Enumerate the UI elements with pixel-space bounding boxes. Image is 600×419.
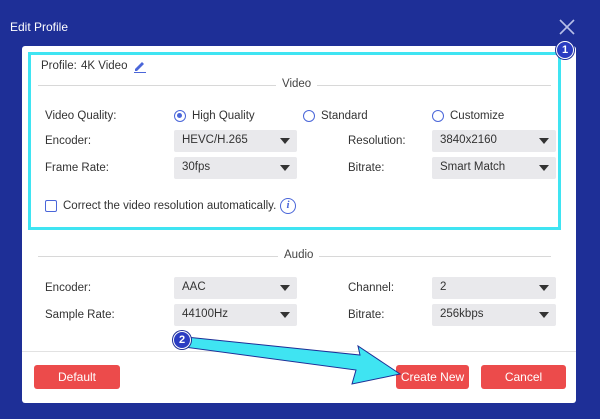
sample-rate-label: Sample Rate: (45, 309, 115, 321)
annotation-badge-1: 1 (556, 41, 574, 59)
sample-rate-select[interactable]: 44100Hz (174, 304, 297, 326)
frame-rate-select[interactable]: 30fps (174, 157, 297, 179)
default-button[interactable]: Default (34, 365, 120, 389)
dialog-panel: Profile: 4K Video Video Video Quality: H… (22, 46, 576, 403)
chevron-down-icon (280, 312, 290, 318)
radio-standard-label: Standard (321, 110, 368, 122)
info-icon[interactable]: i (280, 198, 296, 214)
close-icon[interactable] (557, 17, 577, 37)
radio-high-quality[interactable] (174, 110, 186, 122)
annotation-badge-2: 2 (173, 331, 191, 349)
frame-rate-value: 30fps (182, 161, 211, 173)
radio-high-quality-label: High Quality (192, 110, 255, 122)
channel-value: 2 (440, 281, 447, 293)
audio-encoder-select[interactable]: AAC (174, 277, 297, 299)
video-bitrate-label: Bitrate: (348, 162, 385, 174)
dialog-frame: Edit Profile Profile: 4K Video Video Vid… (0, 0, 600, 419)
audio-bitrate-value: 256kbps (440, 308, 484, 320)
resolution-label: Resolution: (348, 135, 406, 147)
chevron-down-icon (280, 138, 290, 144)
dialog-title: Edit Profile (10, 20, 69, 34)
resolution-select[interactable]: 3840x2160 (432, 130, 556, 152)
footer-divider (22, 351, 576, 352)
chevron-down-icon (539, 138, 549, 144)
audio-encoder-value: AAC (182, 281, 206, 293)
cancel-button[interactable]: Cancel (481, 365, 566, 389)
profile-label: Profile: (41, 60, 77, 72)
radio-customize[interactable] (432, 110, 444, 122)
pencil-icon[interactable] (133, 59, 147, 73)
audio-bitrate-select[interactable]: 256kbps (432, 304, 556, 326)
video-encoder-value: HEVC/H.265 (182, 134, 248, 146)
video-quality-label: Video Quality: (45, 110, 117, 122)
channel-select[interactable]: 2 (432, 277, 556, 299)
channel-label: Channel: (348, 282, 395, 294)
video-encoder-select[interactable]: HEVC/H.265 (174, 130, 297, 152)
sample-rate-value: 44100Hz (182, 308, 229, 320)
frame-rate-label: Frame Rate: (45, 162, 109, 174)
video-encoder-label: Encoder: (45, 135, 92, 147)
video-bitrate-select[interactable]: Smart Match (432, 157, 556, 179)
video-section-title: Video (276, 78, 318, 90)
chevron-down-icon (539, 312, 549, 318)
chevron-down-icon (539, 165, 549, 171)
create-new-button[interactable]: Create New (396, 365, 469, 389)
audio-encoder-label: Encoder: (45, 282, 92, 294)
title-bar: Edit Profile (0, 0, 600, 46)
radio-standard[interactable] (303, 110, 315, 122)
resolution-value: 3840x2160 (440, 134, 497, 146)
auto-correct-checkbox[interactable] (45, 200, 57, 212)
chevron-down-icon (539, 285, 549, 291)
chevron-down-icon (280, 285, 290, 291)
radio-customize-label: Customize (450, 110, 505, 122)
audio-bitrate-label: Bitrate: (348, 309, 385, 321)
chevron-down-icon (280, 165, 290, 171)
profile-value: 4K Video (81, 60, 128, 72)
audio-section-title: Audio (278, 249, 320, 261)
auto-correct-label: Correct the video resolution automatical… (63, 200, 277, 212)
video-bitrate-value: Smart Match (440, 161, 506, 173)
